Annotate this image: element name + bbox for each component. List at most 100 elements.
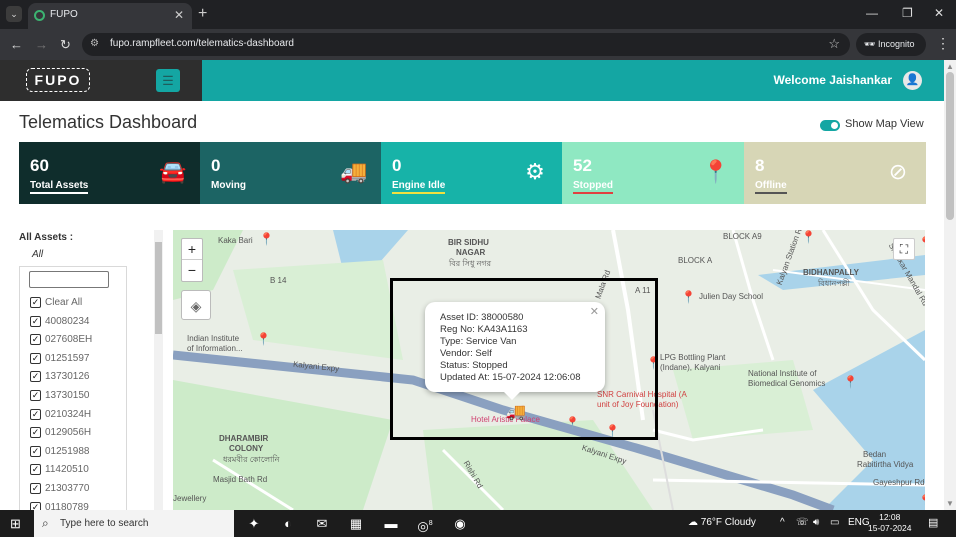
asset-label: Clear All — [45, 297, 83, 308]
language-indicator[interactable]: ENG — [848, 517, 870, 528]
checkbox[interactable]: ✓ — [30, 315, 41, 327]
asset-checkbox-row[interactable]: ✓ 40080234 — [30, 314, 125, 331]
checkbox[interactable]: ✓ — [30, 464, 41, 476]
asset-sidebar: All Assets : All ✓ Clear All ✓ 40080234 ✓ 027… — [19, 230, 163, 510]
restore-icon[interactable]: ❐ — [902, 6, 913, 20]
map-view[interactable]: Kaka Bari BIR SIDHU NAGAR বির সিধু নগর B… — [173, 230, 925, 510]
vehicle-marker-icon[interactable]: 🚚 — [504, 404, 528, 422]
map-label-block-a9: BLOCK A9 — [723, 232, 762, 241]
asset-checkbox-row[interactable]: ✓ 027608EH — [30, 332, 125, 349]
asset-checkbox-row[interactable]: ✓ 01180789 — [30, 500, 125, 510]
network-icon[interactable]: ☏ — [796, 517, 809, 528]
speaker-icon[interactable]: 🔊︎ — [813, 517, 819, 528]
weather-widget[interactable]: ☁ 76°F Cloudy — [688, 517, 756, 528]
asset-checkbox-row[interactable]: ✓ 13730126 — [30, 369, 125, 386]
place-pin-icon[interactable]: 📍 — [259, 232, 274, 246]
checkbox[interactable]: ✓ — [30, 427, 41, 439]
stat-stopped[interactable]: 52 Stopped 📍 — [562, 142, 744, 204]
layers-icon[interactable]: ◈ — [181, 290, 211, 320]
show-map-toggle[interactable] — [820, 120, 840, 131]
taskbar-search[interactable]: ⌕ Type here to search — [34, 510, 234, 537]
asset-checkbox-row[interactable]: ✓ 11420510 — [30, 462, 125, 479]
stat-engine-idle[interactable]: 0 Engine Idle ⚙ — [381, 142, 563, 204]
tab-close-icon[interactable]: ✕ — [174, 8, 184, 22]
whatsapp-icon[interactable]: ◎8 — [416, 515, 434, 533]
browser-tab[interactable]: FUPO ✕ — [28, 3, 192, 29]
checkbox[interactable]: ✓ — [30, 483, 41, 494]
checkbox[interactable]: ✓ — [30, 371, 41, 383]
place-pin-icon[interactable]: 📍 — [801, 230, 816, 244]
zoom-in-button[interactable]: + — [182, 239, 202, 260]
store-icon[interactable]: ▦ — [347, 515, 365, 532]
browser-menu-icon[interactable]: ⋮ — [936, 35, 950, 52]
checkbox[interactable]: ✓ — [30, 297, 41, 308]
battery-icon[interactable]: ▭ — [830, 517, 839, 528]
asset-checkbox-row[interactable]: ✓ 13730150 — [30, 388, 125, 405]
checkbox[interactable]: ✓ — [30, 352, 41, 364]
page-scroll-thumb[interactable] — [946, 72, 954, 220]
asset-search-input[interactable] — [29, 271, 109, 288]
place-pin-icon[interactable]: 📍 — [918, 494, 925, 508]
scroll-down-icon[interactable]: ▼ — [946, 499, 954, 508]
forward-arrow-icon[interactable]: → — [35, 37, 48, 52]
hospital-pin-icon[interactable]: 📍 — [918, 236, 925, 250]
asset-checkbox-row[interactable]: ✓ Clear All — [30, 295, 125, 312]
scroll-up-icon[interactable]: ▲ — [946, 62, 954, 71]
stat-offline[interactable]: 8 Offline ⊘ — [744, 142, 926, 204]
minimize-icon[interactable]: — — [866, 6, 878, 20]
asset-checkbox-row[interactable]: ✓ 21303770 — [30, 481, 125, 498]
sidebar-scroll-thumb[interactable] — [155, 242, 162, 334]
address-bar[interactable]: ⚙ fupo.rampfleet.com/telematics-dashboar… — [82, 33, 850, 56]
genomics-pin-icon[interactable]: 📍 — [843, 375, 858, 389]
checkbox[interactable]: ✓ — [30, 408, 41, 420]
copilot-icon[interactable]: ✦ — [245, 515, 263, 532]
asset-label: 40080234 — [45, 315, 90, 327]
user-avatar-icon[interactable]: 👤 — [903, 71, 922, 90]
mail-icon[interactable]: ✉ — [313, 515, 331, 532]
hamburger-menu-icon[interactable]: ☰ — [156, 69, 180, 92]
asset-checkbox-row[interactable]: ✓ 01251597 — [30, 351, 125, 368]
page-scrollbar[interactable]: ▲ ▼ — [944, 60, 956, 510]
file-explorer-icon[interactable]: ▬ — [382, 515, 400, 532]
asset-checkbox-row[interactable]: ✓ 01251988 — [30, 444, 125, 461]
close-window-icon[interactable]: ✕ — [934, 6, 944, 20]
checkbox[interactable]: ✓ — [30, 390, 41, 401]
stat-total-assets[interactable]: 60 Total Assets 🚘 — [19, 142, 201, 204]
fupo-logo[interactable]: FUPO — [26, 68, 90, 92]
chrome-icon[interactable]: ◉ — [451, 515, 469, 532]
bookmark-star-icon[interactable]: ☆ — [828, 36, 840, 52]
popup-close-icon[interactable]: ✕ — [590, 305, 599, 318]
institute-pin-icon[interactable]: 📍 — [256, 332, 271, 346]
school-pin-icon[interactable]: 📍 — [681, 290, 696, 304]
url-text: fupo.rampfleet.com/telematics-dashboard — [110, 38, 294, 49]
zoom-out-button[interactable]: − — [182, 260, 202, 281]
tab-search-chevron-icon[interactable]: ⌄ — [6, 6, 22, 22]
asset-checkbox-row[interactable]: ✓ 0210324H — [30, 407, 125, 424]
reload-icon[interactable]: ↻ — [60, 37, 71, 53]
fullscreen-icon[interactable]: ⛶ — [893, 238, 915, 260]
incognito-badge[interactable]: 🕶 Incognito — [856, 33, 926, 56]
new-tab-plus-icon[interactable]: + — [198, 5, 207, 23]
sidebar-all-option[interactable]: All — [32, 249, 43, 260]
tray-chevron-icon[interactable]: ^ — [780, 517, 785, 528]
popup-asset-id: Asset ID: 38000580 — [440, 312, 524, 323]
checkbox[interactable]: ✓ — [30, 334, 41, 346]
notification-icon[interactable]: ▤ — [928, 516, 938, 529]
edge-icon[interactable]: ◐ — [279, 515, 297, 532]
stat-moving[interactable]: 0 Moving 🚚 — [200, 142, 382, 204]
map-label-dharambir-2: COLONY — [229, 444, 264, 453]
asset-label: 11420510 — [45, 464, 89, 476]
asset-checkbox-row[interactable]: ✓ 0129056H — [30, 425, 125, 442]
clock[interactable]: 12:08 15-07-2024 — [868, 512, 911, 534]
checkbox[interactable]: ✓ — [30, 445, 41, 457]
search-icon: ⌕ — [42, 516, 49, 530]
app-header: FUPO ☰ Welcome Jaishankar 👤 — [0, 60, 944, 101]
windows-start-icon[interactable]: ⊞ — [10, 516, 21, 532]
back-arrow-icon[interactable]: ← — [10, 37, 23, 52]
checkbox[interactable]: ✓ — [30, 501, 41, 510]
sidebar-scrollbar[interactable] — [154, 230, 163, 510]
whatsapp-badge: 8 — [428, 520, 433, 527]
map-label-nibg-2: Biomedical Genomics — [748, 379, 826, 388]
site-info-icon[interactable]: ⚙ — [90, 38, 99, 49]
zoom-control: + − — [181, 238, 203, 282]
